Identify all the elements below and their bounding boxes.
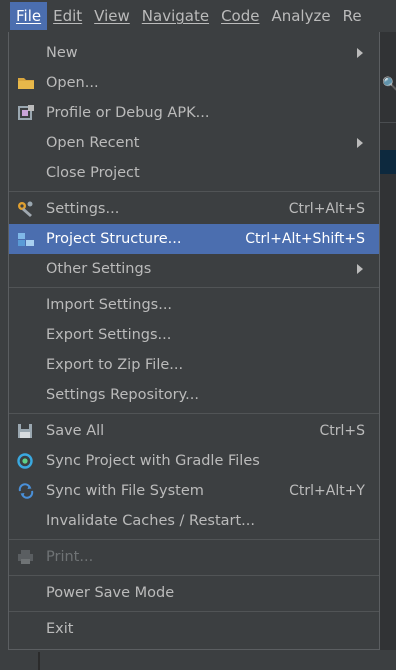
menu-item-exit[interactable]: Exit xyxy=(9,614,379,644)
main-menu-bar: File Edit View Navigate Code Analyze Re xyxy=(0,0,396,32)
menu-item-label: Power Save Mode xyxy=(46,585,175,601)
menu-analyze[interactable]: Analyze xyxy=(265,2,336,30)
background-editor-area: 🔍 xyxy=(380,32,396,670)
menu-item-label: Sync Project with Gradle Files xyxy=(46,453,260,469)
menu-item-save-all[interactable]: Save All Ctrl+S xyxy=(9,416,379,446)
menu-navigate[interactable]: Navigate xyxy=(136,2,215,30)
menu-item-label: Settings Repository... xyxy=(46,387,199,403)
menu-item-label: Export Settings... xyxy=(46,327,172,343)
menu-item-sync-gradle[interactable]: Sync Project with Gradle Files xyxy=(9,446,379,476)
save-icon xyxy=(18,424,32,438)
menu-item-label: Exit xyxy=(46,621,74,637)
menu-code[interactable]: Code xyxy=(215,2,265,30)
menu-item-label: Open Recent xyxy=(46,135,140,151)
folder-icon xyxy=(18,78,34,89)
menu-item-close-project[interactable]: Close Project xyxy=(9,158,379,188)
menu-item-project-structure[interactable]: Project Structure... Ctrl+Alt+Shift+S xyxy=(9,224,379,254)
gradle-sync-icon xyxy=(17,453,33,469)
sync-icon xyxy=(18,483,34,499)
menu-item-sync-file-system[interactable]: Sync with File System Ctrl+Alt+Y xyxy=(9,476,379,506)
menu-item-label: Sync with File System xyxy=(46,483,204,499)
menu-item-label: Other Settings xyxy=(46,261,152,277)
background-bottom-area xyxy=(0,650,396,670)
menu-item-invalidate-caches[interactable]: Invalidate Caches / Restart... xyxy=(9,506,379,536)
shortcut-label: Ctrl+Alt+Shift+S xyxy=(245,231,365,247)
menu-item-label: New xyxy=(46,45,78,61)
wrench-icon xyxy=(18,201,33,217)
menu-refactor[interactable]: Re xyxy=(337,2,368,30)
printer-icon xyxy=(18,550,33,564)
submenu-arrow-icon xyxy=(357,264,363,274)
file-menu-dropdown: New Open... Profile or Debug APK... Open… xyxy=(8,32,380,650)
menu-separator xyxy=(9,611,379,612)
background-selected-row xyxy=(380,150,396,174)
shortcut-label: Ctrl+Alt+Y xyxy=(289,483,365,499)
menu-item-label: Open... xyxy=(46,75,99,91)
menu-separator xyxy=(9,539,379,540)
project-structure-icon xyxy=(18,233,34,246)
menu-item-settings-repository[interactable]: Settings Repository... xyxy=(9,380,379,410)
menu-separator xyxy=(9,287,379,288)
menu-item-open[interactable]: Open... xyxy=(9,68,379,98)
search-icon: 🔍 xyxy=(382,77,396,92)
menu-item-settings[interactable]: Settings... Ctrl+Alt+S xyxy=(9,194,379,224)
ide-window: 🔍 File Edit View Navigate Code Analyze R… xyxy=(0,0,396,670)
menu-item-label: Close Project xyxy=(46,165,140,181)
menu-item-open-recent[interactable]: Open Recent xyxy=(9,128,379,158)
submenu-arrow-icon xyxy=(357,48,363,58)
apk-debug-icon xyxy=(18,105,34,120)
menu-item-label: Import Settings... xyxy=(46,297,173,313)
menu-separator xyxy=(9,575,379,576)
menu-item-other-settings[interactable]: Other Settings xyxy=(9,254,379,284)
menu-item-import-settings[interactable]: Import Settings... xyxy=(9,290,379,320)
menu-item-export-settings[interactable]: Export Settings... xyxy=(9,320,379,350)
shortcut-label: Ctrl+S xyxy=(319,423,365,439)
menu-item-label: Save All xyxy=(46,423,105,439)
menu-item-label: Profile or Debug APK... xyxy=(46,105,210,121)
menu-item-label: Project Structure... xyxy=(46,231,182,247)
menu-item-label: Settings... xyxy=(46,201,120,217)
shortcut-label: Ctrl+Alt+S xyxy=(288,201,365,217)
background-divider xyxy=(380,122,396,123)
menu-file[interactable]: File xyxy=(10,2,48,30)
menu-item-print[interactable]: Print... xyxy=(9,542,379,572)
menu-item-profile-debug-apk[interactable]: Profile or Debug APK... xyxy=(9,98,379,128)
menu-item-label: Invalidate Caches / Restart... xyxy=(46,513,255,529)
menu-separator xyxy=(9,413,379,414)
menu-view[interactable]: View xyxy=(88,2,136,30)
submenu-arrow-icon xyxy=(357,138,363,148)
menu-item-label: Print... xyxy=(46,549,94,565)
menu-item-export-zip[interactable]: Export to Zip File... xyxy=(9,350,379,380)
background-notch xyxy=(38,652,40,670)
menu-edit[interactable]: Edit xyxy=(47,2,88,30)
menu-item-label: Export to Zip File... xyxy=(46,357,184,373)
menu-item-power-save-mode[interactable]: Power Save Mode xyxy=(9,578,379,608)
menu-separator xyxy=(9,191,379,192)
menu-item-new[interactable]: New xyxy=(9,38,379,68)
